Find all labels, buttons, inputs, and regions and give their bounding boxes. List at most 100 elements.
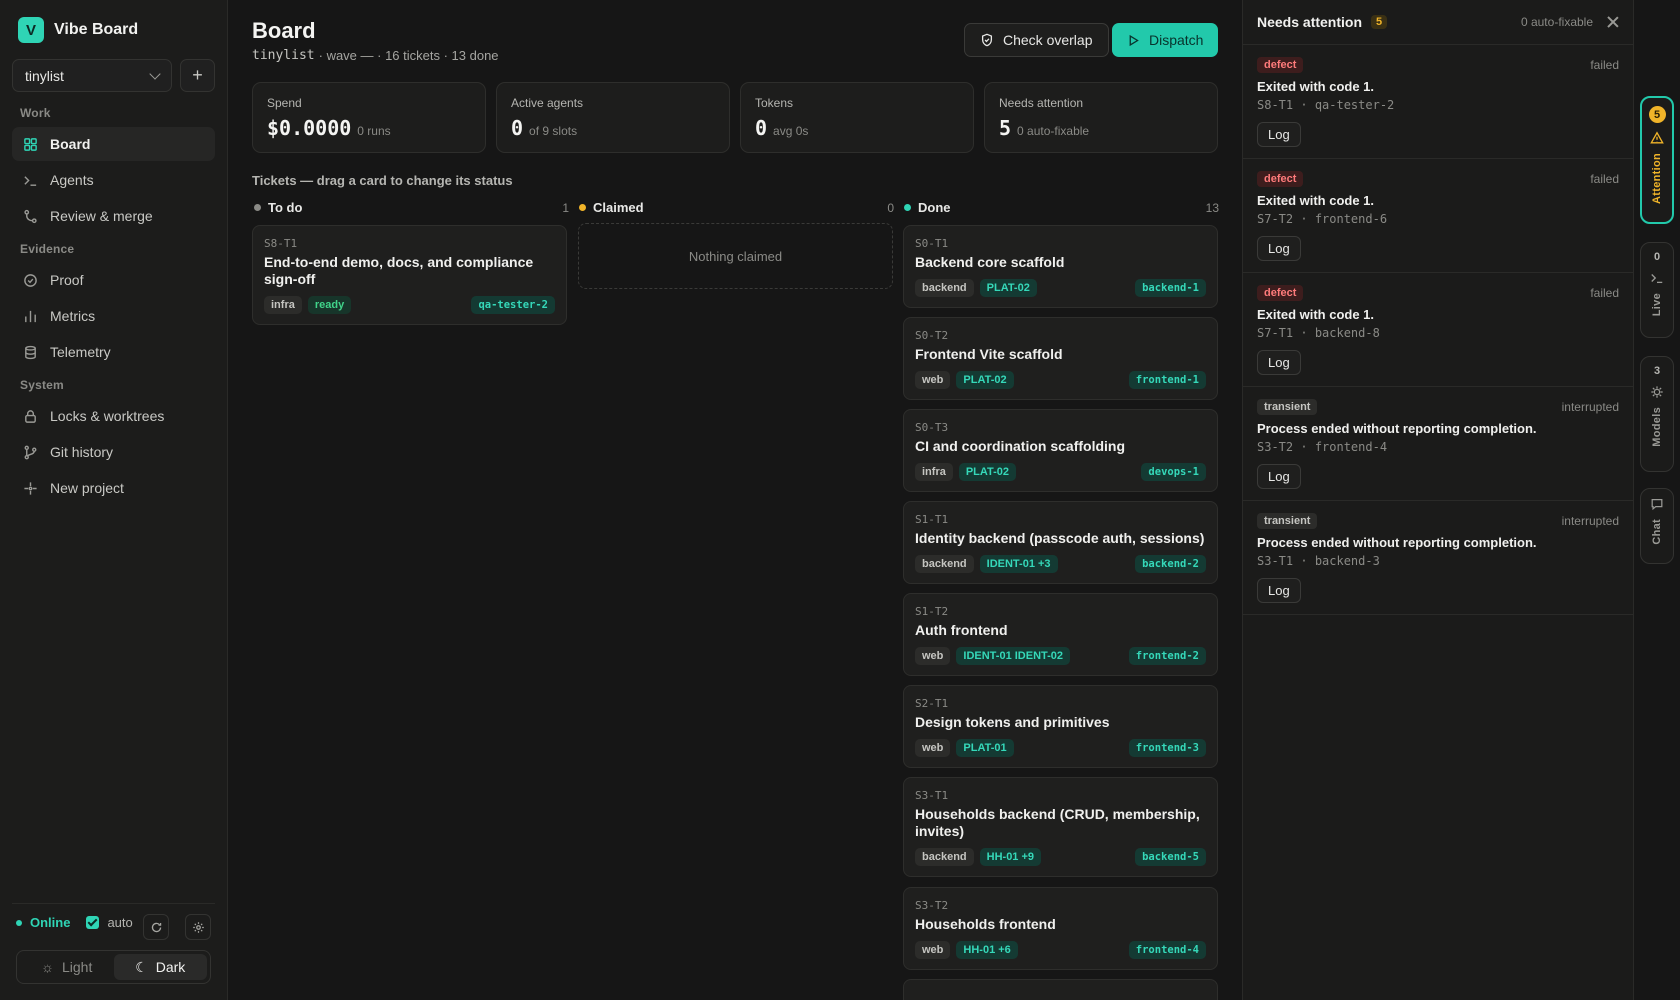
ticket-card[interactable]: S2-T1 Design tokens and primitives web PL… (903, 685, 1218, 768)
log-button[interactable]: Log (1257, 464, 1301, 489)
sidebar-item-git-history[interactable]: Git history (12, 435, 215, 469)
agent-tag: devops-1 (1141, 463, 1206, 481)
stat-sub: of 9 slots (529, 124, 578, 138)
ticket-card-partial[interactable] (903, 979, 1218, 1000)
auto-checkbox[interactable] (86, 916, 100, 929)
issue-kind-badge: defect (1257, 171, 1304, 187)
theme-dark-option[interactable]: ☾ Dark (113, 954, 207, 980)
ticket-card[interactable]: S0-T3 CI and coordination scaffolding in… (903, 409, 1218, 492)
warning-icon (1650, 131, 1664, 145)
dispatch-button[interactable]: Dispatch (1112, 23, 1219, 57)
sidebar: V Vibe Board tinylist + Work Board Agent… (0, 0, 228, 1000)
ticket-card[interactable]: S0-T2 Frontend Vite scaffold web PLAT-02 f… (903, 317, 1218, 400)
rail-tab-chat[interactable]: Chat (1640, 488, 1674, 564)
check-circle-icon (22, 272, 38, 288)
rail-tab-models[interactable]: 3 Models (1640, 356, 1674, 472)
theme-light-option[interactable]: ☼ Light (20, 954, 114, 980)
issue-ticket: S3-T1 (1257, 554, 1294, 568)
git-branch-icon (22, 444, 38, 460)
issue-status: failed (1590, 286, 1619, 300)
agent-tag: qa-tester-2 (471, 296, 555, 314)
stat-value: $0.0000 (267, 116, 352, 140)
log-button[interactable]: Log (1257, 350, 1301, 375)
play-icon (1129, 34, 1139, 46)
ticket-title: Design tokens and primitives (915, 714, 1110, 730)
chevron-down-icon (149, 67, 161, 80)
ticket-card[interactable]: S8-T1 End-to-end demo, docs, and complia… (252, 225, 567, 325)
requirement-tag: IDENT-01 +3 (979, 555, 1058, 573)
summary-text: · wave — · 16 tickets · 13 done (318, 48, 499, 63)
sidebar-item-metrics[interactable]: Metrics (12, 299, 215, 333)
project-select[interactable]: tinylist (12, 59, 172, 92)
brand[interactable]: V Vibe Board (18, 17, 138, 43)
attention-count-badge: 5 (1371, 15, 1388, 29)
stat-card-needs-attention: Needs attention 5 0 auto-fixable (984, 82, 1218, 153)
stat-value: 5 (999, 116, 1012, 140)
ticket-title: Households frontend (915, 916, 1056, 932)
log-button[interactable]: Log (1257, 122, 1301, 147)
ticket-card[interactable]: S3-T1 Households backend (CRUD, membersh… (903, 777, 1218, 877)
sun-icon: ☼ (41, 959, 54, 975)
grid-icon (22, 136, 38, 152)
sidebar-item-proof[interactable]: Proof (12, 263, 215, 297)
issue-message: Process ended without reporting completi… (1257, 421, 1537, 436)
auto-label: auto (107, 915, 133, 930)
board-summary: tinylist · wave — · 16 tickets · 13 done (252, 48, 499, 63)
stat-value: 0 (755, 116, 768, 140)
refresh-button[interactable] (143, 914, 169, 940)
rail-label: Attention (1651, 153, 1663, 204)
rail-label: Live (1651, 293, 1663, 317)
ticket-id: S0-T1 (915, 237, 949, 250)
add-project-button[interactable]: + (180, 59, 215, 92)
sidebar-item-new-project[interactable]: New project (12, 471, 215, 505)
rail-tab-attention[interactable]: 5 Attention (1640, 96, 1674, 224)
ticket-card[interactable]: S0-T1 Backend core scaffold backend PLAT-… (903, 225, 1218, 308)
requirement-tag: HH-01 +6 (956, 941, 1018, 959)
requirement-tag: IDENT-01 IDENT-02 (956, 647, 1071, 665)
nav-section-system: System (20, 378, 64, 392)
check-overlap-button[interactable]: Check overlap (964, 23, 1109, 57)
area-tag: web (915, 941, 951, 959)
close-icon[interactable] (1607, 16, 1619, 28)
area-tag: infra (915, 463, 953, 481)
ticket-card[interactable]: S1-T2 Auth frontend web IDENT-01 IDENT-02… (903, 593, 1218, 676)
requirement-tag: PLAT-01 (956, 739, 1014, 757)
column-header-claimed: Claimed 0 (579, 200, 894, 215)
ticket-id: S3-T1 (915, 789, 949, 802)
moon-icon: ☾ (135, 958, 148, 975)
settings-button[interactable] (185, 914, 211, 940)
online-status: Online (30, 915, 71, 930)
requirement-tag: PLAT-02 (979, 279, 1037, 297)
sidebar-item-locks-worktrees[interactable]: Locks & worktrees (12, 399, 215, 433)
sidebar-item-review-merge[interactable]: Review & merge (12, 199, 215, 233)
agent-tag: frontend-1 (1128, 371, 1206, 389)
agent-tag: backend-5 (1135, 848, 1206, 866)
log-button[interactable]: Log (1257, 236, 1301, 261)
issue-ticket: S7-T1 (1257, 326, 1294, 340)
ticket-title: Backend core scaffold (915, 254, 1065, 270)
log-button[interactable]: Log (1257, 578, 1301, 603)
sidebar-item-board[interactable]: Board (12, 127, 215, 161)
column-count: 13 (1205, 200, 1219, 215)
stat-label: Spend (267, 96, 302, 110)
agent-tag: frontend-3 (1128, 739, 1206, 757)
project-select-value: tinylist (25, 67, 64, 84)
chat-icon (1650, 497, 1664, 511)
ticket-card[interactable]: S3-T2 Households frontend web HH-01 +6 fro… (903, 887, 1218, 970)
stat-value: 0 (511, 116, 524, 140)
area-tag: backend (915, 848, 974, 866)
sidebar-item-label: New project (50, 480, 124, 496)
sidebar-item-agents[interactable]: Agents (12, 163, 215, 197)
column-count: 0 (887, 200, 894, 215)
sidebar-item-telemetry[interactable]: Telemetry (12, 335, 215, 369)
terminal-icon (1650, 271, 1664, 285)
brand-name: Vibe Board (54, 21, 139, 38)
ticket-title: Frontend Vite scaffold (915, 346, 1063, 362)
attention-item: defect failed Exited with code 1. S7-T2 ·… (1243, 159, 1633, 273)
stat-sub: avg 0s (773, 124, 809, 138)
rail-tab-live[interactable]: 0 Live (1640, 242, 1674, 338)
issue-meta: S7-T1 · backend-8 (1257, 326, 1380, 340)
agent-tag: frontend-4 (1128, 941, 1206, 959)
ticket-card[interactable]: S1-T1 Identity backend (passcode auth, s… (903, 501, 1218, 584)
stat-label: Active agents (511, 96, 584, 110)
